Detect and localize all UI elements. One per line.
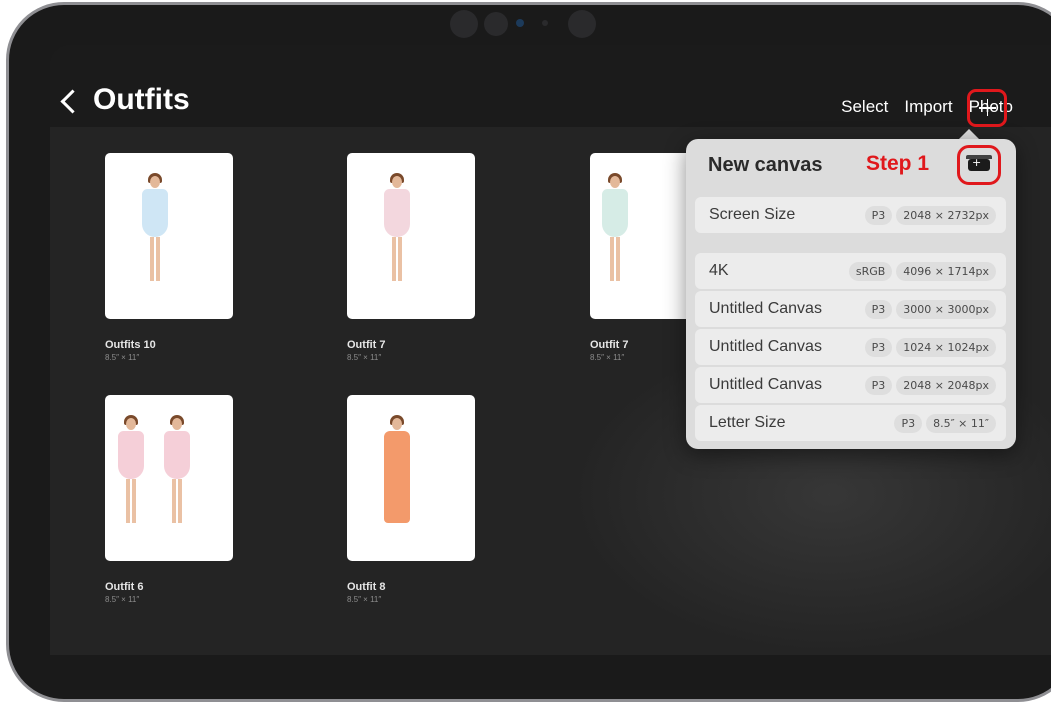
artwork-size: 8.5″ × 11″: [347, 353, 382, 362]
artwork-size: 8.5″ × 11″: [105, 353, 140, 362]
canvas-preset-row[interactable]: Letter Size P3 8.5″ × 11″: [695, 405, 1006, 441]
color-profile-badge: sRGB: [848, 262, 893, 281]
artwork-card-3[interactable]: [105, 395, 233, 561]
artwork-size: 8.5″ × 11″: [590, 353, 625, 362]
artwork-card-1[interactable]: [347, 153, 475, 319]
artwork-card-4[interactable]: [347, 395, 475, 561]
dimensions-badge: 4096 × 1714px: [896, 262, 996, 281]
color-profile-badge: P3: [864, 376, 893, 395]
dimensions-badge: 2048 × 2048px: [896, 376, 996, 395]
plus-icon[interactable]: [967, 89, 1007, 127]
artwork-title: Outfits 10: [105, 339, 156, 351]
artwork-title: Outfit 6: [105, 581, 144, 593]
chevron-left-icon: [60, 88, 85, 114]
preset-label: Letter Size: [709, 414, 786, 431]
canvas-preset-row[interactable]: Untitled Canvas P3 1024 × 1024px: [695, 329, 1006, 365]
popover-title: New canvas: [708, 154, 823, 176]
color-profile-badge: P3: [894, 414, 923, 433]
new-canvas-icon: [966, 155, 992, 171]
new-canvas-popover: New canvas Step 1 Screen Size P32048 × 2…: [686, 139, 1016, 449]
canvas-preset-row[interactable]: 4K sRGB 4096 × 1714px: [695, 253, 1006, 289]
artwork-size: 8.5″ × 11″: [347, 595, 382, 604]
color-profile-badge: P3: [864, 338, 893, 357]
import-button[interactable]: Import: [904, 97, 952, 117]
dimensions-badge: 1024 × 1024px: [896, 338, 996, 357]
canvas-preset-row[interactable]: Screen Size P3 2048 × 2732px: [695, 197, 1006, 233]
canvas-preset-row[interactable]: Untitled Canvas P3 3000 × 3000px: [695, 291, 1006, 327]
preset-label: Untitled Canvas: [709, 376, 822, 393]
color-profile-badge: P3: [864, 300, 893, 319]
preset-label: Untitled Canvas: [709, 300, 822, 317]
dimensions-badge: 3000 × 3000px: [896, 300, 996, 319]
dimensions-badge: 8.5″ × 11″: [926, 414, 996, 433]
artwork-size: 8.5″ × 11″: [105, 595, 140, 604]
canvas-preset-row[interactable]: Untitled Canvas P3 2048 × 2048px: [695, 367, 1006, 403]
color-profile-badge: P3: [864, 206, 893, 225]
artwork-card-0[interactable]: [105, 153, 233, 319]
step-annotation: Step 1: [866, 152, 930, 175]
select-button[interactable]: Select: [841, 97, 888, 117]
artwork-title: Outfit 7: [347, 339, 386, 351]
artwork-title: Outfit 7: [590, 339, 629, 351]
page-title: Outfits: [93, 83, 190, 116]
preset-label: Untitled Canvas: [709, 338, 822, 355]
back-navigation[interactable]: Outfits: [60, 83, 190, 117]
preset-label: 4K: [709, 262, 729, 279]
app-screen: Outfits Select Import Photo Outfits 10 8…: [50, 45, 1051, 655]
create-custom-canvas-button[interactable]: [957, 145, 1001, 185]
artwork-title: Outfit 8: [347, 581, 386, 593]
dimensions-badge: 2048 × 2732px: [896, 206, 996, 225]
preset-label: Screen Size: [709, 206, 796, 223]
